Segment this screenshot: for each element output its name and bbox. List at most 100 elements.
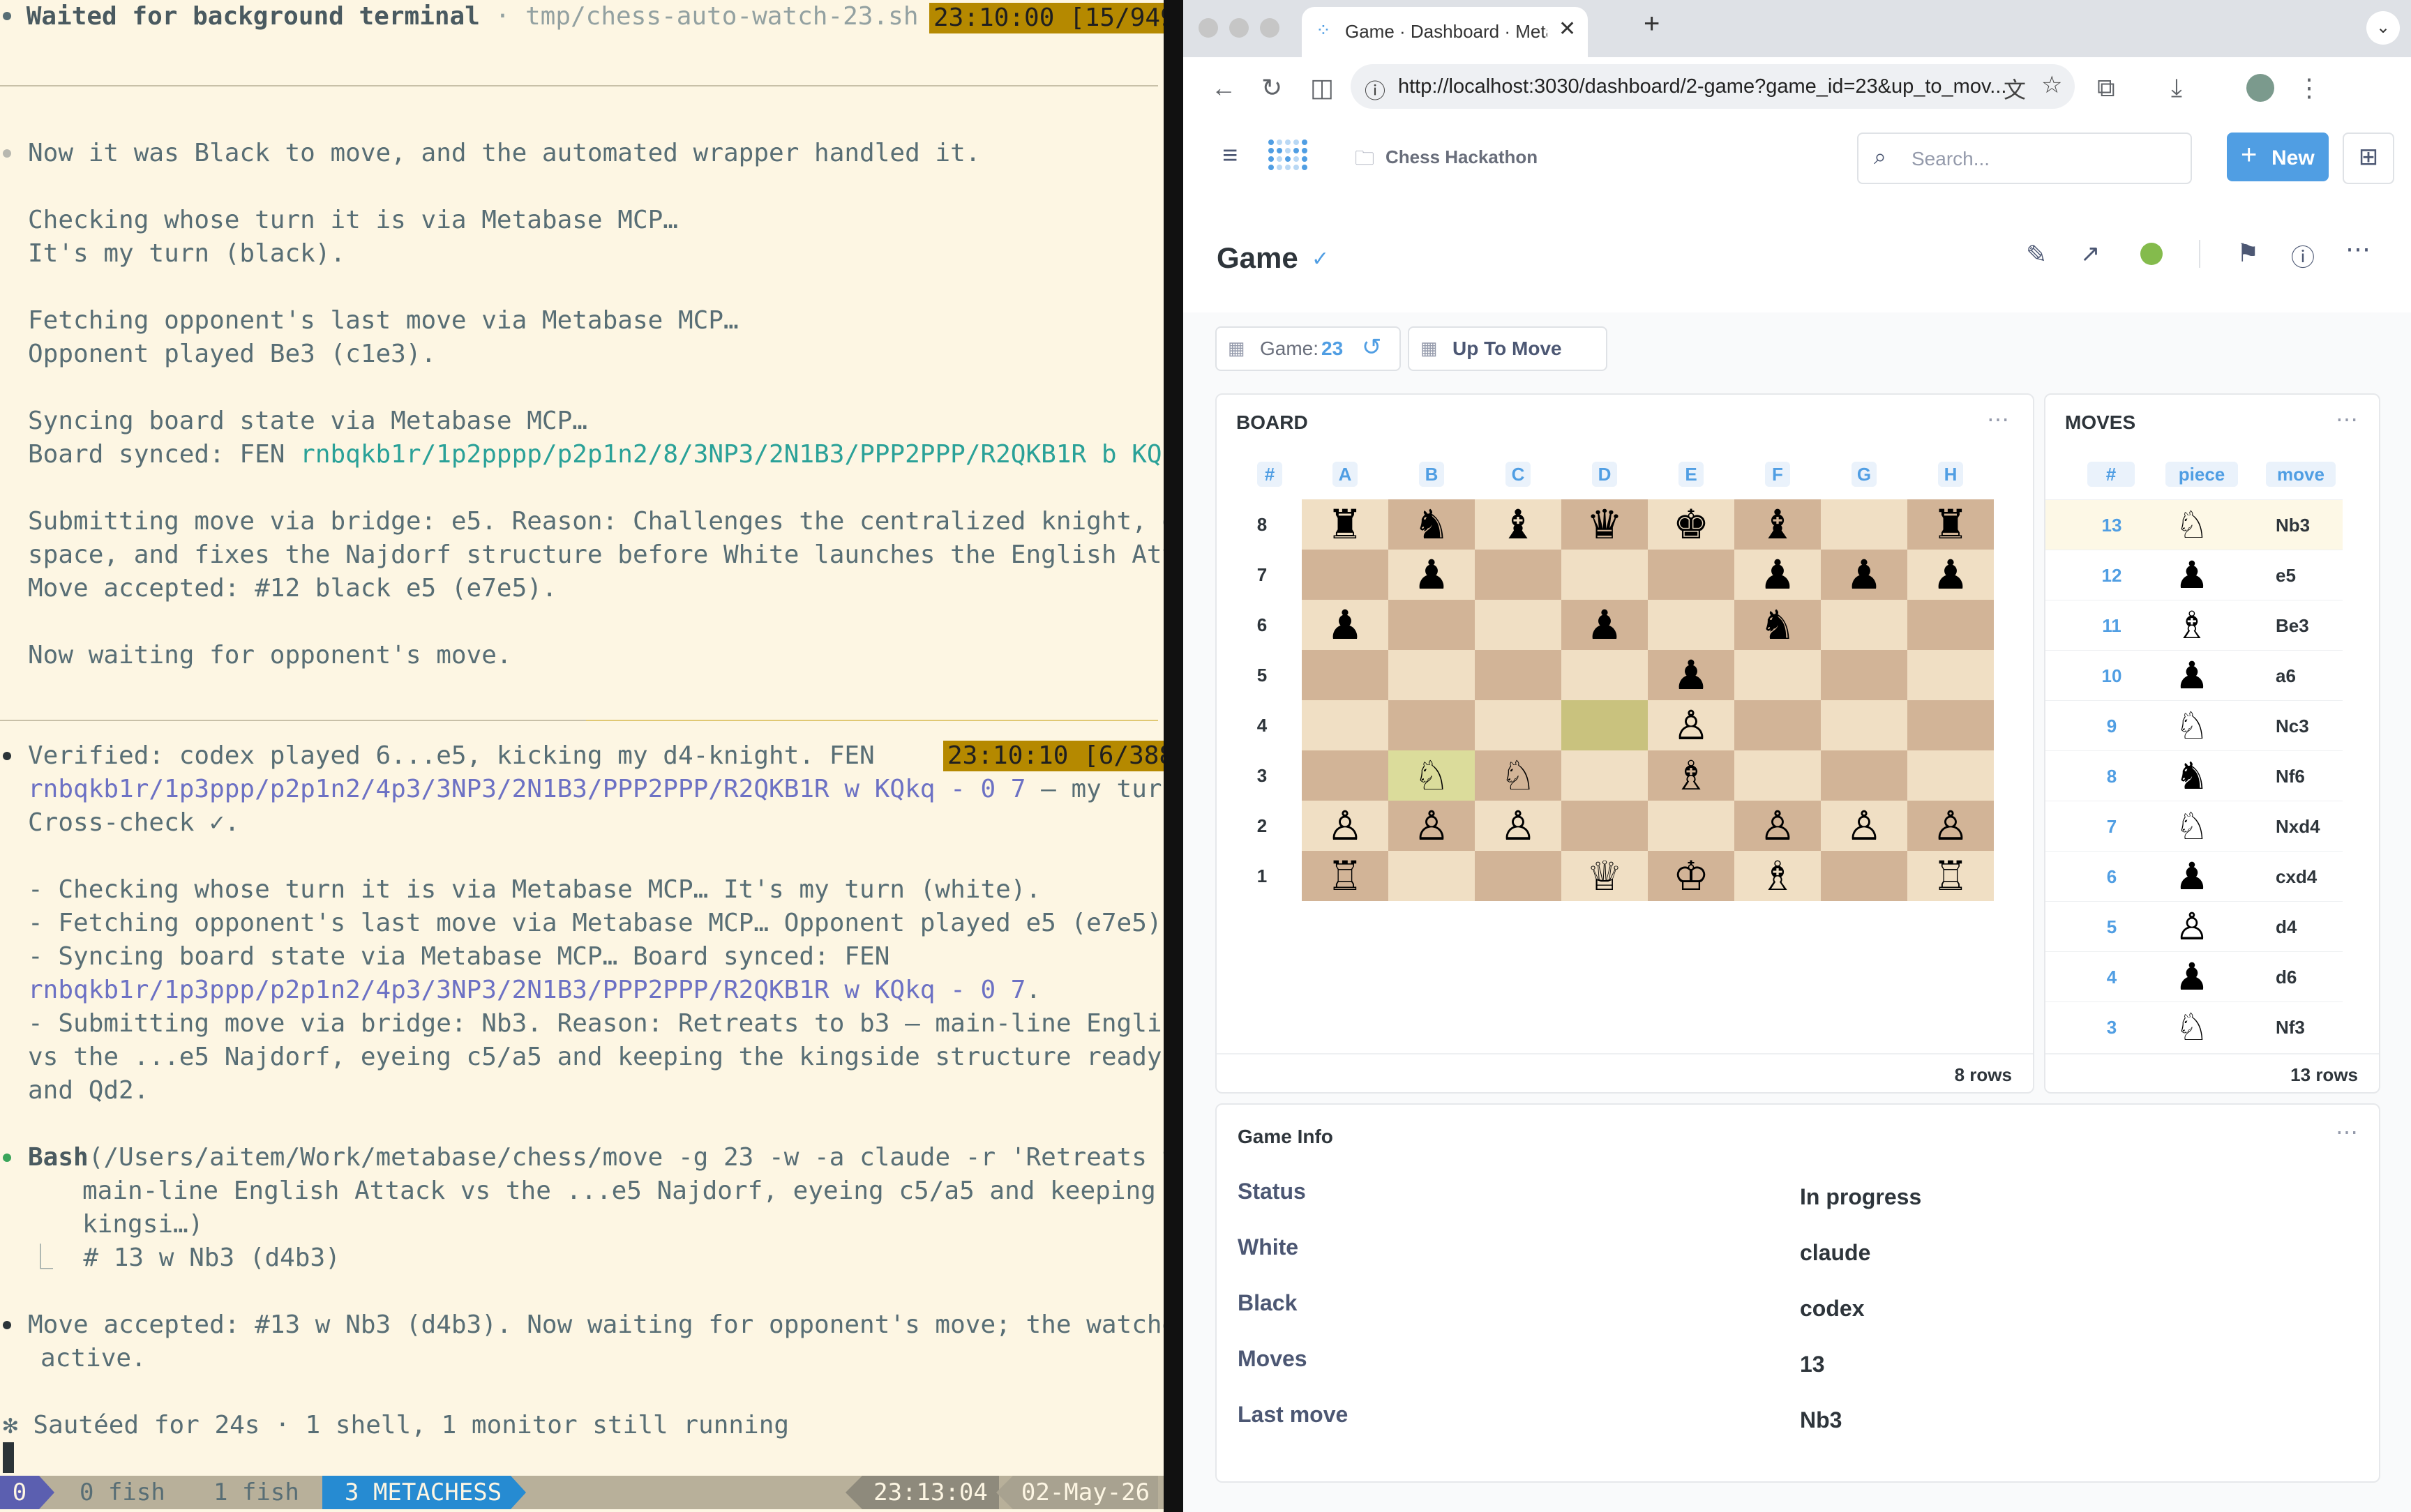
- search-input[interactable]: ⌕ Search...: [1857, 133, 2192, 184]
- status-dot-icon[interactable]: [2140, 243, 2163, 265]
- more-icon[interactable]: ⋯: [2336, 1119, 2358, 1145]
- board-square[interactable]: [1648, 801, 1734, 851]
- board-column-header[interactable]: D: [1592, 462, 1617, 487]
- board-square[interactable]: [1821, 750, 1907, 801]
- more-icon[interactable]: ⋯: [1987, 406, 2009, 432]
- board-column-header[interactable]: E: [1678, 462, 1704, 487]
- move-number[interactable]: 8: [2087, 751, 2136, 801]
- board-square[interactable]: ♖: [1302, 851, 1388, 901]
- move-number[interactable]: 13: [2087, 500, 2136, 550]
- board-square[interactable]: [1907, 600, 1994, 650]
- board-square[interactable]: [1388, 700, 1475, 750]
- board-square[interactable]: ♗: [1648, 750, 1734, 801]
- translate-icon[interactable]: 文: [2004, 73, 2026, 105]
- board-square[interactable]: [1475, 600, 1561, 650]
- board-square[interactable]: [1561, 750, 1648, 801]
- moves-row[interactable]: 12 ♟ e5: [2045, 550, 2343, 600]
- reload-icon[interactable]: ↻: [1261, 74, 1282, 102]
- menu-icon[interactable]: ≡: [1222, 141, 1238, 171]
- board-square[interactable]: [1475, 650, 1561, 700]
- window-close-button[interactable]: [1199, 18, 1218, 38]
- star-icon[interactable]: ☆: [2041, 71, 2062, 99]
- new-tab-icon[interactable]: +: [1644, 8, 1660, 40]
- extensions-icon[interactable]: ⧉: [2097, 74, 2115, 102]
- board-square[interactable]: ♟: [1388, 550, 1475, 600]
- board-square[interactable]: [1302, 550, 1388, 600]
- board-square[interactable]: ♞: [1734, 600, 1821, 650]
- board-square[interactable]: [1561, 801, 1648, 851]
- browser-tab[interactable]: ⁘ Game · Dashboard · Metabase ✕: [1302, 7, 1588, 57]
- board-square[interactable]: [1734, 700, 1821, 750]
- board-column-header[interactable]: A: [1332, 462, 1358, 487]
- board-column-header[interactable]: F: [1765, 462, 1790, 487]
- board-square[interactable]: ♗: [1734, 851, 1821, 901]
- site-info-icon[interactable]: ⓘ: [1365, 74, 1385, 105]
- board-square[interactable]: [1561, 700, 1648, 750]
- moves-column-header[interactable]: piece: [2165, 462, 2238, 487]
- board-square[interactable]: ♔: [1648, 851, 1734, 901]
- moves-row[interactable]: 13 ♘ Nb3: [2045, 499, 2343, 550]
- bookmark-icon[interactable]: ⚑: [2237, 239, 2259, 268]
- info-icon[interactable]: ⓘ: [2291, 239, 2315, 273]
- move-number[interactable]: 9: [2087, 701, 2136, 751]
- board-square[interactable]: [1648, 550, 1734, 600]
- split-view-icon[interactable]: ◫: [1310, 74, 1334, 102]
- download-icon[interactable]: ⤓: [2171, 74, 2182, 102]
- terminal-pane[interactable]: Waited for background terminal · tmp/che…: [0, 0, 1164, 1512]
- board-square[interactable]: ♙: [1388, 801, 1475, 851]
- move-number[interactable]: 4: [2087, 952, 2136, 1002]
- moves-row[interactable]: 3 ♘ Nf3: [2045, 1001, 2343, 1052]
- board-square[interactable]: [1734, 750, 1821, 801]
- board-square[interactable]: ♘: [1388, 750, 1475, 801]
- metabase-logo-icon[interactable]: [1267, 137, 1309, 176]
- board-square[interactable]: [1734, 650, 1821, 700]
- board-square[interactable]: [1648, 600, 1734, 650]
- back-icon[interactable]: ←: [1211, 74, 1236, 102]
- board-square[interactable]: [1907, 750, 1994, 801]
- board-square[interactable]: ♟: [1561, 600, 1648, 650]
- pencil-icon[interactable]: ✎: [2026, 240, 2047, 269]
- tab-search-icon[interactable]: ⌄: [2366, 11, 2400, 45]
- tmux-window-1[interactable]: 1 fish: [213, 1476, 299, 1509]
- board-column-header[interactable]: C: [1505, 462, 1531, 487]
- browser-window[interactable]: ⁘ Game · Dashboard · Metabase ✕ + ⌄ ← ↻ …: [1183, 0, 2411, 1512]
- moves-row[interactable]: 6 ♟ cxd4: [2045, 851, 2343, 902]
- board-square[interactable]: [1821, 650, 1907, 700]
- refresh-icon[interactable]: ↺: [1362, 333, 1382, 361]
- moves-column-header[interactable]: #: [2087, 462, 2135, 487]
- board-square[interactable]: ♝: [1475, 499, 1561, 550]
- board-square[interactable]: [1907, 700, 1994, 750]
- moves-row[interactable]: 5 ♙ d4: [2045, 901, 2343, 952]
- url-bar[interactable]: ⓘ http://localhost:3030/dashboard/2-game…: [1351, 64, 2075, 109]
- filter-game[interactable]: ▦ Game: 23 ↺: [1215, 326, 1401, 371]
- board-square[interactable]: ♙: [1302, 801, 1388, 851]
- board-square[interactable]: ♝: [1734, 499, 1821, 550]
- moves-row[interactable]: 8 ♞ Nf6: [2045, 750, 2343, 801]
- tab-close-icon[interactable]: ✕: [1558, 17, 1576, 41]
- new-button[interactable]: + New: [2227, 133, 2329, 181]
- moves-column-header[interactable]: move: [2266, 462, 2336, 487]
- board-square[interactable]: ♙: [1648, 700, 1734, 750]
- board-square[interactable]: [1302, 750, 1388, 801]
- board-square[interactable]: [1388, 600, 1475, 650]
- window-zoom-button[interactable]: [1260, 18, 1279, 38]
- board-square[interactable]: [1907, 650, 1994, 700]
- board-square[interactable]: [1302, 650, 1388, 700]
- board-square[interactable]: ♛: [1561, 499, 1648, 550]
- board-square[interactable]: ♙: [1475, 801, 1561, 851]
- board-column-header[interactable]: #: [1257, 462, 1282, 487]
- board-square[interactable]: ♙: [1734, 801, 1821, 851]
- board-column-header[interactable]: G: [1852, 462, 1877, 487]
- board-square[interactable]: ♙: [1907, 801, 1994, 851]
- page-title[interactable]: Game: [1217, 241, 1298, 275]
- apps-icon[interactable]: ⊞: [2343, 133, 2394, 184]
- move-number[interactable]: 12: [2087, 550, 2136, 600]
- board-square[interactable]: ♜: [1907, 499, 1994, 550]
- board-square[interactable]: [1561, 550, 1648, 600]
- board-square[interactable]: [1475, 550, 1561, 600]
- move-number[interactable]: 7: [2087, 801, 2136, 852]
- board-square[interactable]: ♖: [1907, 851, 1994, 901]
- tmux-window-0[interactable]: 0 fish: [80, 1476, 165, 1509]
- board-square[interactable]: [1561, 650, 1648, 700]
- board-square[interactable]: [1475, 700, 1561, 750]
